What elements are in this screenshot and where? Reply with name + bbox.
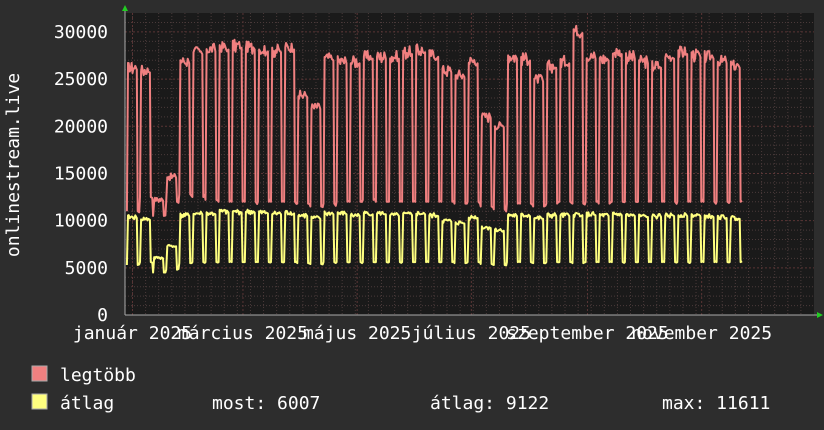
legend-label-atlag: átlag: [60, 393, 114, 414]
legend-swatch-legtobb: [31, 365, 48, 382]
stat-atlag: átlag: 9122: [430, 393, 549, 414]
y-tick-labels: 050001000015000200002500030000: [54, 22, 108, 326]
x-tick-label: május 2025: [303, 323, 411, 344]
y-tick-label: 10000: [54, 211, 108, 232]
y-tick-label: 5000: [65, 258, 108, 279]
y-axis-label: onlinestream.live: [3, 73, 24, 257]
y-axis-arrow-icon: [122, 5, 128, 11]
stat-most: most: 6007: [212, 393, 320, 414]
x-tick-label: január 2025: [73, 323, 192, 344]
x-tick-labels: január 2025március 2025május 2025 július …: [73, 323, 772, 344]
y-tick-label: 25000: [54, 69, 108, 90]
x-axis-arrow-icon: [817, 312, 823, 318]
y-tick-label: 30000: [54, 22, 108, 43]
chart-svg: 050001000015000200002500030000 január 20…: [3, 5, 823, 414]
legend-swatch-atlag: [31, 393, 48, 410]
legend-label-legtobb: legtöbb: [60, 365, 136, 386]
chart-root: 0 5000 10000 15000 20000 25000 30000 január 20…: [0, 0, 824, 430]
x-tick-label: március 2025: [178, 323, 308, 344]
y-tick-label: 15000: [54, 163, 108, 184]
x-tick-label: november 2025: [631, 323, 772, 344]
legend: legtöbb átlag most: 6007 átlag: 9122 max…: [31, 365, 770, 414]
stat-max: max: 11611: [662, 393, 770, 414]
y-tick-label: 20000: [54, 116, 108, 137]
